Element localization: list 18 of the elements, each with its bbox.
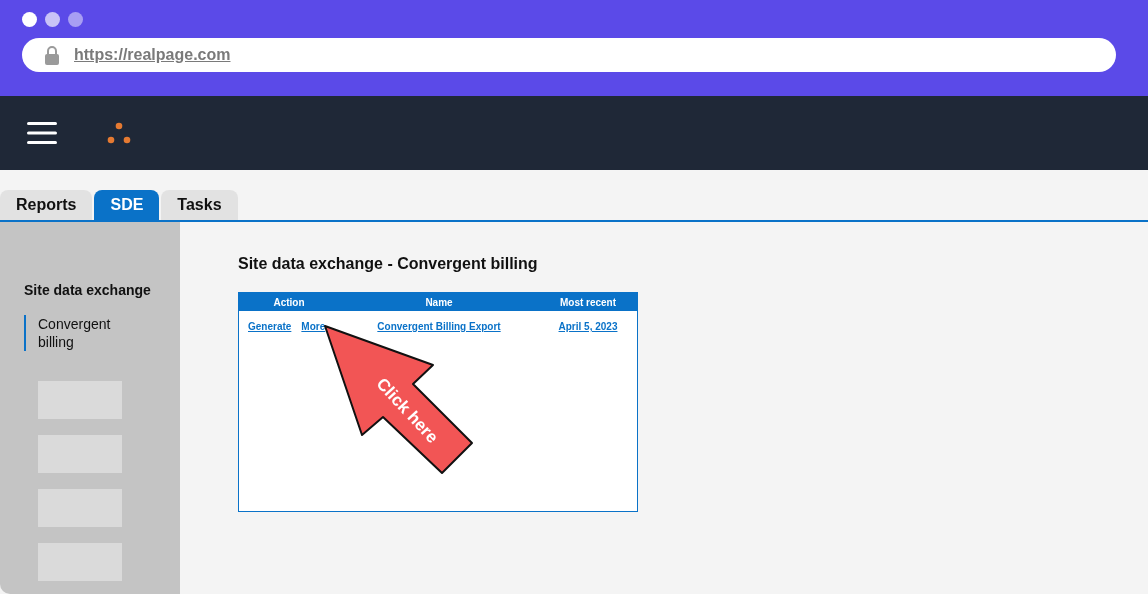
tab[interactable]: Reports (0, 190, 93, 220)
sidebar-heading: Site data exchange (24, 281, 152, 300)
url-text: https://realpage.com (74, 45, 231, 65)
column-header: Name (424, 295, 454, 310)
date-link[interactable]: April 5, 2023 (558, 319, 618, 334)
action-link[interactable]: Generate (248, 319, 292, 334)
column-header: Most recent (558, 295, 618, 310)
lock-icon (44, 45, 60, 65)
tab[interactable]: Tasks (161, 190, 238, 220)
menu-icon[interactable] (27, 121, 57, 145)
action-link[interactable]: More (301, 319, 326, 334)
page-title: Site data exchange - Convergent billing (238, 254, 539, 274)
name-link[interactable]: Convergent Billing Export (377, 319, 501, 334)
sidebar-item[interactable]: Convergent billing (24, 315, 134, 351)
column-header: Action (272, 295, 306, 310)
logo-icon[interactable] (107, 122, 131, 144)
address-bar[interactable]: https://realpage.com (22, 38, 1116, 72)
tab[interactable]: SDE (94, 190, 160, 220)
